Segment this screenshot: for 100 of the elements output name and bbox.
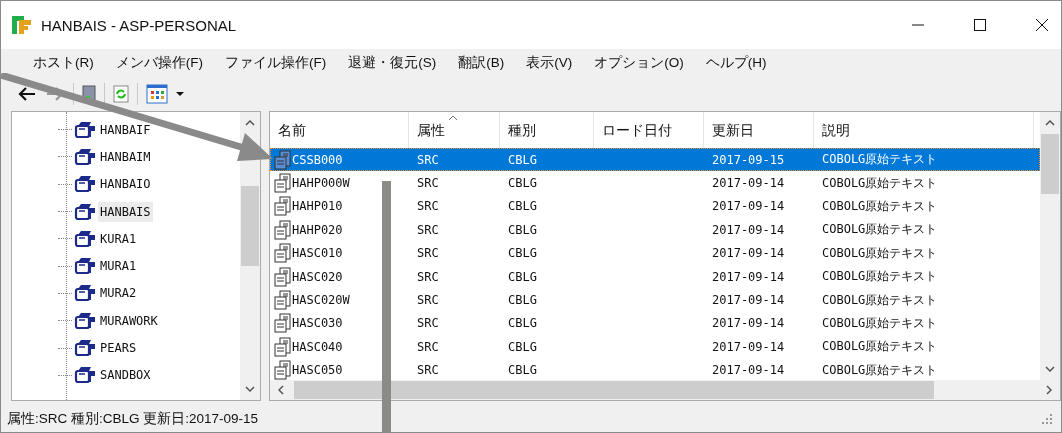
library-icon bbox=[74, 284, 96, 303]
table-cell: COBOLG原始テキスト bbox=[822, 197, 938, 215]
table-cell: 2017-09-14 bbox=[712, 269, 785, 284]
table-cell: 2017-09-14 bbox=[712, 199, 785, 214]
table-cell: 2017-09-15 bbox=[712, 152, 785, 167]
table-cell: COBOLG原始テキスト bbox=[822, 338, 938, 356]
table-row[interactable]: HAHP000W SRC CBLG 2017-09-14 COBOLG原始テキスト bbox=[270, 171, 1040, 195]
status-text: 属性:SRC 種別:CBLG 更新日:2017-09-15 bbox=[7, 410, 259, 428]
menu-item[interactable]: ファイル操作(F) bbox=[225, 54, 327, 72]
table-cell: 2017-09-14 bbox=[712, 222, 785, 237]
table-cell: SRC bbox=[417, 316, 439, 331]
menu-item[interactable]: 翻訳(B) bbox=[458, 54, 505, 72]
library-icon bbox=[74, 257, 96, 276]
table-cell: SRC bbox=[417, 199, 439, 214]
table-cell: COBOLG原始テキスト bbox=[822, 291, 938, 309]
vertical-scrollbar[interactable] bbox=[240, 112, 260, 400]
library-icon bbox=[74, 311, 96, 330]
vertical-scrollbar[interactable] bbox=[1040, 112, 1060, 380]
table-cell: COBOLG原始テキスト bbox=[822, 361, 938, 379]
scroll-up-icon[interactable] bbox=[1045, 120, 1055, 126]
library-icon bbox=[74, 339, 96, 357]
table-row[interactable]: CSSB000 SRC CBLG 2017-09-15 COBOLG原始テキスト bbox=[270, 148, 1040, 172]
table-cell: 2017-09-14 bbox=[712, 316, 785, 331]
table-cell: CBLG bbox=[508, 363, 537, 378]
table-cell: HAHP010 bbox=[292, 199, 343, 214]
maximize-icon[interactable] bbox=[973, 18, 987, 32]
scroll-down-icon[interactable] bbox=[1045, 366, 1055, 372]
tree-item[interactable]: MURAWORK bbox=[98, 310, 160, 331]
table-cell: CBLG bbox=[508, 339, 537, 354]
scroll-down-icon[interactable] bbox=[245, 386, 255, 392]
table-row[interactable]: HAHP020 SRC CBLG 2017-09-14 COBOLG原始テキスト bbox=[270, 218, 1040, 242]
table-cell: CBLG bbox=[508, 246, 537, 261]
scroll-up-icon[interactable] bbox=[245, 120, 255, 126]
table-cell: SRC bbox=[417, 176, 439, 191]
table-cell: CSSB000 bbox=[292, 152, 343, 167]
scroll-thumb[interactable] bbox=[1041, 134, 1059, 194]
table-row[interactable]: HASC010 SRC CBLG 2017-09-14 COBOLG原始テキスト bbox=[270, 241, 1040, 265]
library-icon bbox=[74, 202, 96, 221]
table-cell: CBLG bbox=[508, 199, 537, 214]
tree-item[interactable]: MURA1 bbox=[98, 256, 139, 277]
table-row[interactable]: HAHP010 SRC CBLG 2017-09-14 COBOLG原始テキスト bbox=[270, 194, 1040, 219]
library-icon bbox=[74, 120, 96, 139]
source-file-icon bbox=[274, 243, 292, 264]
library-icon bbox=[74, 147, 96, 166]
scroll-thumb[interactable] bbox=[294, 381, 934, 399]
table-row[interactable]: HASC020 SRC CBLG 2017-09-14 COBOLG原始テキスト bbox=[270, 264, 1040, 289]
table-cell: 2017-09-14 bbox=[712, 293, 785, 308]
library-icon bbox=[74, 366, 96, 385]
tree-item[interactable]: HANBAIS bbox=[98, 201, 153, 222]
table-cell: SRC bbox=[417, 269, 439, 284]
resize-grip-icon[interactable] bbox=[1041, 413, 1053, 425]
window-title: HANBAIS - ASP-PERSONAL bbox=[41, 16, 237, 34]
tree-item[interactable]: HANBAIO bbox=[98, 174, 153, 195]
table-cell: SRC bbox=[417, 339, 439, 354]
library-icon bbox=[74, 229, 96, 248]
table-cell: HASC020W bbox=[292, 293, 350, 308]
library-icon bbox=[74, 175, 96, 194]
close-icon[interactable] bbox=[1035, 18, 1049, 32]
menu-item[interactable]: ヘルプ(H) bbox=[705, 54, 767, 72]
source-file-icon bbox=[274, 196, 292, 217]
scroll-thumb[interactable] bbox=[241, 186, 259, 266]
table-row[interactable]: HASC030 SRC CBLG 2017-09-14 COBOLG原始テキスト bbox=[270, 311, 1040, 336]
table-cell: CBLG bbox=[508, 293, 537, 308]
table-cell: CBLG bbox=[508, 176, 537, 191]
menu-item[interactable]: オプション(O) bbox=[594, 54, 684, 72]
tree-item[interactable]: MURA2 bbox=[98, 283, 139, 304]
table-cell: SRC bbox=[417, 246, 439, 261]
table-cell: HASC020 bbox=[292, 269, 343, 284]
scroll-left-icon[interactable] bbox=[278, 385, 284, 395]
tree-item[interactable]: SANDBOX bbox=[98, 365, 153, 386]
table-row[interactable]: HASC040 SRC CBLG 2017-09-14 COBOLG原始テキスト bbox=[270, 335, 1040, 359]
table-row[interactable]: HASC020W SRC CBLG 2017-09-14 COBOLG原始テキスト bbox=[270, 288, 1040, 312]
caret-icon[interactable] bbox=[176, 91, 184, 97]
table-cell: COBOLG原始テキスト bbox=[822, 174, 938, 192]
horizontal-scrollbar[interactable] bbox=[270, 380, 1060, 400]
table-cell: COBOLG原始テキスト bbox=[822, 244, 938, 262]
view-grid-icon[interactable] bbox=[146, 84, 168, 104]
back-arrow-icon[interactable] bbox=[17, 86, 37, 102]
table-cell: CBLG bbox=[508, 269, 537, 284]
tree-item[interactable]: PEARS bbox=[98, 338, 139, 358]
table-cell: CBLG bbox=[508, 222, 537, 237]
menu-item[interactable]: 表示(V) bbox=[526, 54, 573, 72]
table-cell: SRC bbox=[417, 222, 439, 237]
menu-item[interactable]: 退避・復元(S) bbox=[348, 54, 437, 72]
table-cell: HASC030 bbox=[292, 316, 343, 331]
table-cell: COBOLG原始テキスト bbox=[822, 314, 938, 332]
refresh-document-icon[interactable] bbox=[113, 85, 129, 103]
menu-item[interactable]: メンバ操作(F) bbox=[115, 54, 203, 72]
menu-item[interactable]: ホスト(R) bbox=[33, 54, 94, 72]
scroll-right-icon[interactable] bbox=[1046, 385, 1052, 395]
app-logo-icon bbox=[11, 14, 33, 36]
tree-item[interactable]: KURA1 bbox=[98, 228, 139, 249]
table-cell: 2017-09-14 bbox=[712, 176, 785, 191]
table-cell: HASC040 bbox=[292, 339, 343, 354]
table-cell: CBLG bbox=[508, 316, 537, 331]
table-cell: HAHP020 bbox=[292, 222, 343, 237]
table-row[interactable]: HASC050 SRC CBLG 2017-09-14 COBOLG原始テキスト bbox=[270, 358, 1040, 380]
table-cell: SRC bbox=[417, 363, 439, 378]
tree-item[interactable]: HANBAIF bbox=[98, 119, 153, 140]
tree-item[interactable]: HANBAIM bbox=[98, 146, 153, 167]
